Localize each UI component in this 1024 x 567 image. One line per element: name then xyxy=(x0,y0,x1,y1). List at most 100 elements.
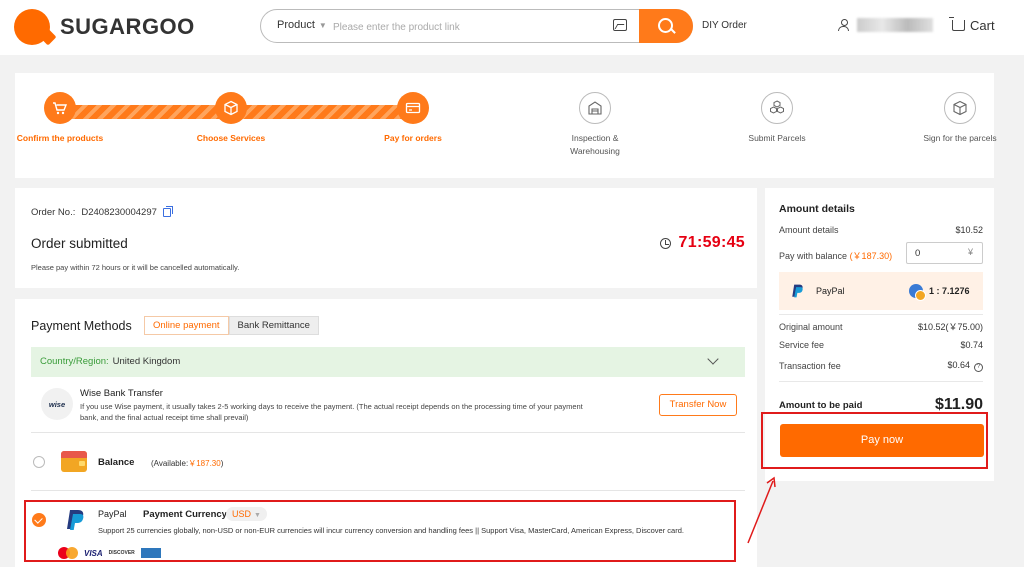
countdown-value: 71:59:45 xyxy=(678,234,745,251)
selected-method-box: PayPal 1 : 7.1276 xyxy=(779,272,983,310)
username-redacted xyxy=(857,18,933,32)
amount-details-row: Amount details $10.52 xyxy=(779,225,983,235)
order-progress-steps: Confirm the products Choose Services Pay… xyxy=(15,73,997,178)
balance-amount-field: ¥ xyxy=(906,242,983,264)
search-bar: Product ▼ xyxy=(260,9,693,43)
order-number: Order No.: D2408230004297 xyxy=(31,206,173,218)
step-sign-for-parcels: Sign for the parcels xyxy=(915,92,1005,145)
service-fee-row: Service fee $0.74 xyxy=(779,340,983,350)
search-input[interactable] xyxy=(333,16,601,38)
parcels-step-icon xyxy=(761,92,793,124)
package-step-icon xyxy=(944,92,976,124)
step-pay-for-orders: Pay for orders xyxy=(368,92,458,145)
original-amount-row: Original amount $10.52(￥75.00) xyxy=(779,320,983,333)
image-search-icon[interactable] xyxy=(613,19,627,31)
country-value: United Kingdom xyxy=(112,356,181,367)
order-status-title: Order submitted xyxy=(31,236,128,251)
diy-order-link[interactable]: DIY Order xyxy=(702,20,747,31)
balance-label: Balance xyxy=(98,457,135,468)
divider xyxy=(779,314,983,315)
balance-available-suffix: ) xyxy=(220,459,224,468)
step-inspection-warehousing: Inspection & Warehousing xyxy=(550,92,640,158)
tab-bank-remittance[interactable]: Bank Remittance xyxy=(228,316,319,335)
cart-link[interactable]: Cart xyxy=(949,17,995,33)
payment-countdown: 71:59:45 xyxy=(659,234,745,252)
mastercard-icon xyxy=(58,547,78,559)
payment-currency-select[interactable]: USD ▼ xyxy=(226,507,267,521)
transaction-fee-row: Transaction fee $0.64? xyxy=(779,360,983,372)
country-region-selector[interactable]: Country/Region: United Kingdom xyxy=(31,347,745,377)
box-step-icon xyxy=(215,92,247,124)
selected-method-name: PayPal xyxy=(816,286,845,296)
amount-to-be-paid-row: Amount to be paid $11.90 xyxy=(779,396,983,414)
balance-radio[interactable] xyxy=(33,456,45,468)
pay-with-balance-label: Pay with balance (￥187.30) xyxy=(779,249,892,262)
paypal-name: PayPal xyxy=(98,509,127,519)
caret-down-icon: ▼ xyxy=(318,21,327,30)
wise-title: Wise Bank Transfer xyxy=(80,388,163,399)
visa-icon: VISA xyxy=(84,548,103,558)
total-label: Amount to be paid xyxy=(779,399,863,411)
step-label: Inspection & Warehousing xyxy=(570,133,620,156)
search-button[interactable] xyxy=(639,9,693,43)
original-amount-label: Original amount xyxy=(779,321,843,332)
exchange-rate-icon xyxy=(909,284,926,301)
balance-amount-input[interactable] xyxy=(915,244,965,263)
amount-details-value: $10.52 xyxy=(955,225,983,235)
order-summary-card: Order No.: D2408230004297 Order submitte… xyxy=(15,188,757,288)
payment-option-balance[interactable]: Balance (Available:￥187.30) xyxy=(31,433,745,491)
step-label: Sign for the parcels xyxy=(923,133,997,143)
order-number-value: D2408230004297 xyxy=(81,207,157,218)
amount-details-title: Amount details xyxy=(779,203,855,215)
transaction-fee-value: $0.64 xyxy=(947,360,970,370)
logo[interactable]: SUGARGOO xyxy=(14,9,195,45)
step-choose-services: Choose Services xyxy=(186,92,276,145)
wise-description: If you use Wise payment, it usually take… xyxy=(80,402,583,422)
payment-tabs: Online payment Bank Remittance xyxy=(144,316,319,335)
exchange-rate: 1 : 7.1276 xyxy=(929,286,970,296)
step-label: Choose Services xyxy=(196,133,266,143)
top-header: SUGARGOO Product▼ DIY Order Cart xyxy=(0,0,1024,55)
cart-step-icon xyxy=(44,92,76,124)
pay-with-balance-available: (￥187.30) xyxy=(849,251,893,261)
info-icon[interactable]: ? xyxy=(974,363,983,372)
clock-icon xyxy=(659,237,671,249)
balance-available-amount: ￥187.30 xyxy=(188,459,221,468)
user-account[interactable] xyxy=(838,18,933,32)
transfer-now-button[interactable]: Transfer Now xyxy=(659,394,737,416)
wise-logo: wise xyxy=(41,388,73,420)
logo-mark-icon xyxy=(14,9,50,45)
copy-icon[interactable] xyxy=(162,206,173,217)
country-region: Country/Region: United Kingdom xyxy=(40,356,180,367)
payment-methods-card: Payment Methods Online payment Bank Remi… xyxy=(15,299,757,567)
payment-option-paypal[interactable]: PayPal Payment Currency: USD ▼ Support 25… xyxy=(25,500,751,564)
paypal-logo-icon xyxy=(792,284,803,298)
pay-now-button[interactable]: Pay now xyxy=(780,424,984,457)
search-type-dropdown[interactable]: Product ▼ xyxy=(277,19,327,31)
step-label: Confirm the products xyxy=(16,133,104,143)
balance-unit: ¥ xyxy=(967,247,973,257)
original-amount-value: $10.52(￥75.00) xyxy=(917,322,983,332)
order-payment-deadline: Please pay within 72 hours or it will be… xyxy=(31,263,240,272)
step-confirm-products: Confirm the products xyxy=(15,92,105,145)
warehouse-step-icon xyxy=(579,92,611,124)
total-value: $11.90 xyxy=(934,396,983,413)
logo-text: SUGARGOO xyxy=(60,14,195,39)
step-submit-parcels: Submit Parcels xyxy=(732,92,822,145)
discover-icon: DISCOVER xyxy=(108,550,135,556)
balance-available-prefix: (Available: xyxy=(151,459,189,468)
payment-option-wise: wise Wise Bank Transfer If you use Wise … xyxy=(31,385,745,433)
service-fee-value: $0.74 xyxy=(960,340,983,350)
card-logos: VISA DISCOVER xyxy=(58,547,161,559)
order-number-label: Order No.: xyxy=(31,207,76,218)
paypal-radio-checked[interactable] xyxy=(32,513,46,527)
payment-methods-title: Payment Methods xyxy=(31,319,132,333)
paypal-description: Support 25 currencies globally, non-USD … xyxy=(98,526,684,535)
pay-with-balance-text: Pay with balance xyxy=(779,251,848,261)
divider xyxy=(779,381,983,382)
cart-icon xyxy=(949,17,965,31)
step-label: Pay for orders xyxy=(384,133,442,143)
payment-currency-label: Payment Currency: xyxy=(143,509,231,520)
amex-icon xyxy=(140,548,161,558)
tab-online-payment[interactable]: Online payment xyxy=(144,316,229,335)
